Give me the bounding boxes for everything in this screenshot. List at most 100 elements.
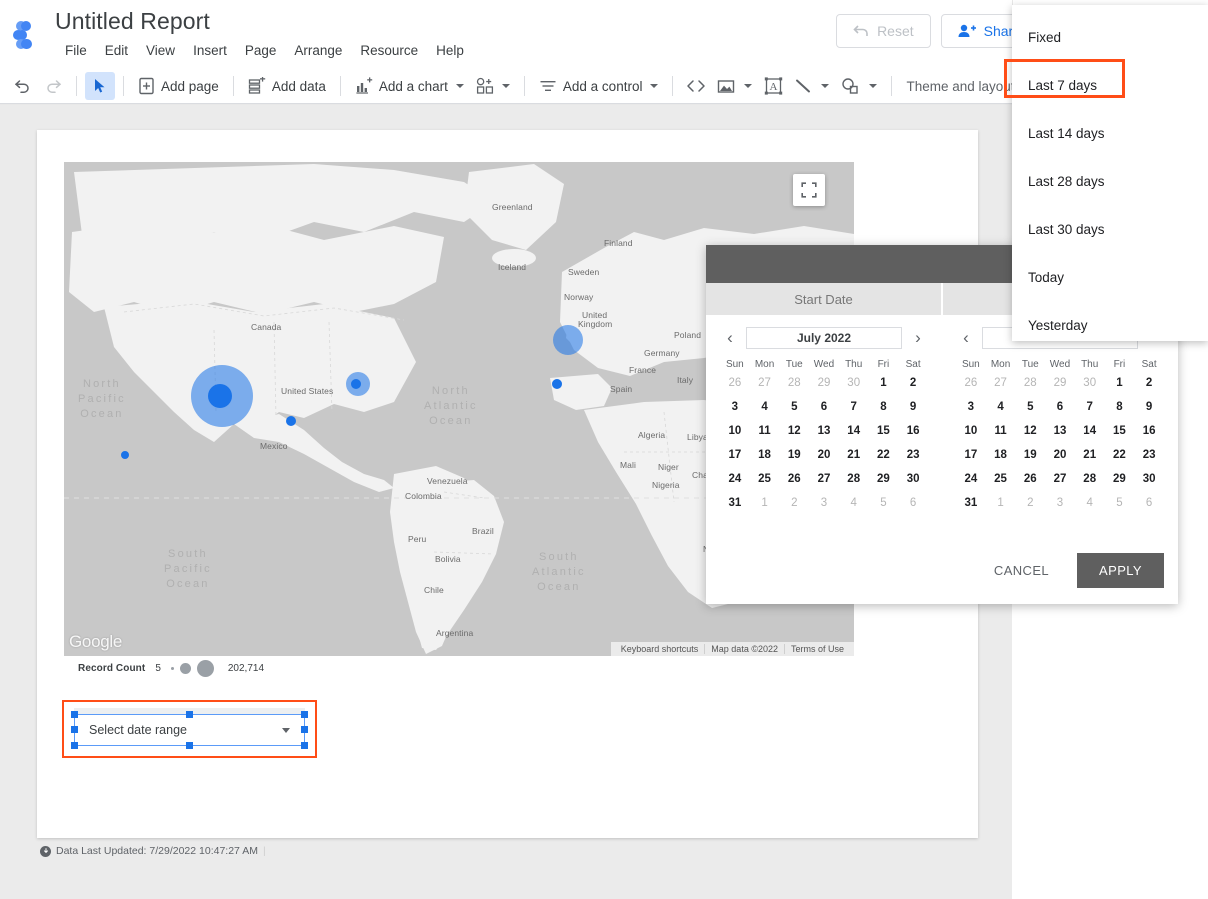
embed-code-button[interactable] <box>681 72 711 100</box>
calendar-day-cell[interactable]: 31 <box>720 493 750 513</box>
calendar-day-cell[interactable]: 2 <box>779 493 809 513</box>
calendar-day-cell[interactable]: 2 <box>898 373 928 393</box>
calendar-day-cell[interactable]: 1 <box>750 493 780 513</box>
menu-help[interactable]: Help <box>427 41 473 60</box>
resize-handle-nw[interactable] <box>71 711 78 718</box>
calendar-day-cell[interactable]: 31 <box>956 493 986 513</box>
terms-of-use-link[interactable]: Terms of Use <box>783 644 850 654</box>
undo-button[interactable] <box>8 72 38 100</box>
tab-start-date[interactable]: Start Date <box>706 283 943 315</box>
calendar-day-cell[interactable]: 26 <box>720 373 750 393</box>
map-bubble[interactable] <box>553 325 583 355</box>
cancel-button[interactable]: CANCEL <box>978 555 1065 586</box>
calendar-day-cell[interactable]: 29 <box>869 469 899 489</box>
calendar-day-cell[interactable]: 28 <box>1075 469 1105 489</box>
resize-handle-e[interactable] <box>301 726 308 733</box>
refresh-icon[interactable] <box>40 845 51 857</box>
calendar-day-cell[interactable]: 29 <box>1105 469 1135 489</box>
menu-edit[interactable]: Edit <box>96 41 137 60</box>
calendar-day-cell[interactable]: 27 <box>1045 469 1075 489</box>
calendar-day-cell[interactable]: 6 <box>1045 397 1075 417</box>
calendar-day-cell[interactable]: 9 <box>1134 397 1164 417</box>
menu-view[interactable]: View <box>137 41 184 60</box>
insert-line-button[interactable] <box>788 72 835 100</box>
resize-handle-ne[interactable] <box>301 711 308 718</box>
calendar-day-cell[interactable]: 6 <box>898 493 928 513</box>
add-control-button[interactable]: Add a control <box>533 72 665 100</box>
map-bubble[interactable] <box>351 379 361 389</box>
dropdown-item[interactable]: Last 7 days <box>1012 61 1208 109</box>
calendar-day-cell[interactable]: 28 <box>779 373 809 393</box>
add-page-button[interactable]: Add page <box>132 72 225 100</box>
page-title[interactable]: Untitled Report <box>55 8 210 35</box>
resize-handle-w[interactable] <box>71 726 78 733</box>
map-bubble[interactable] <box>552 379 562 389</box>
calendar-day-cell[interactable]: 7 <box>839 397 869 417</box>
calendar-day-cell[interactable]: 26 <box>956 373 986 393</box>
menu-insert[interactable]: Insert <box>184 41 236 60</box>
calendar-day-cell[interactable]: 6 <box>1134 493 1164 513</box>
dropdown-item[interactable]: Last 28 days <box>1012 157 1208 205</box>
calendar-day-cell[interactable]: 7 <box>1075 397 1105 417</box>
calendar-day-cell[interactable]: 23 <box>898 445 928 465</box>
map-bubble[interactable] <box>121 451 129 459</box>
insert-shape-button[interactable] <box>835 72 883 100</box>
chevron-left-icon[interactable]: ‹ <box>956 329 976 347</box>
calendar-day-cell[interactable]: 27 <box>809 469 839 489</box>
calendar-day-cell[interactable]: 18 <box>986 445 1016 465</box>
insert-image-button[interactable] <box>711 72 758 100</box>
calendar-day-cell[interactable]: 22 <box>869 445 899 465</box>
menu-page[interactable]: Page <box>236 41 286 60</box>
calendar-day-cell[interactable]: 1 <box>986 493 1016 513</box>
calendar-day-cell[interactable]: 4 <box>839 493 869 513</box>
calendar-day-cell[interactable]: 8 <box>1105 397 1135 417</box>
calendar-day-cell[interactable]: 4 <box>986 397 1016 417</box>
dropdown-item[interactable]: Last 14 days <box>1012 109 1208 157</box>
chevron-down-icon[interactable] <box>282 728 290 733</box>
calendar-day-cell[interactable]: 15 <box>1105 421 1135 441</box>
dropdown-item[interactable]: Fixed <box>1012 13 1208 61</box>
calendar-day-cell[interactable]: 1 <box>1105 373 1135 393</box>
reset-button[interactable]: Reset <box>836 14 931 48</box>
calendar-day-cell[interactable]: 27 <box>986 373 1016 393</box>
add-data-button[interactable]: Add data <box>242 72 332 100</box>
calendar-day-cell[interactable]: 20 <box>1045 445 1075 465</box>
calendar-day-cell[interactable]: 15 <box>869 421 899 441</box>
calendar-day-cell[interactable]: 6 <box>809 397 839 417</box>
calendar-day-cell[interactable]: 27 <box>750 373 780 393</box>
calendar-day-cell[interactable]: 30 <box>839 373 869 393</box>
chevron-left-icon[interactable]: ‹ <box>720 329 740 347</box>
calendar-day-cell[interactable]: 14 <box>839 421 869 441</box>
menu-resource[interactable]: Resource <box>351 41 427 60</box>
dropdown-item[interactable]: Today <box>1012 253 1208 301</box>
calendar-day-cell[interactable]: 30 <box>1075 373 1105 393</box>
calendar-day-cell[interactable]: 2 <box>1134 373 1164 393</box>
calendar-day-cell[interactable]: 16 <box>898 421 928 441</box>
calendar-day-cell[interactable]: 2 <box>1015 493 1045 513</box>
calendar-day-cell[interactable]: 19 <box>1015 445 1045 465</box>
calendar-day-cell[interactable]: 11 <box>986 421 1016 441</box>
calendar-day-cell[interactable]: 28 <box>1015 373 1045 393</box>
fullscreen-button[interactable] <box>793 174 825 206</box>
date-range-control-wrapper[interactable]: Select date range <box>62 700 317 758</box>
calendar-day-cell[interactable]: 23 <box>1134 445 1164 465</box>
calendar-day-cell[interactable]: 26 <box>1015 469 1045 489</box>
calendar-day-cell[interactable]: 12 <box>779 421 809 441</box>
dropdown-item[interactable]: Yesterday <box>1012 301 1208 349</box>
calendar-day-cell[interactable]: 13 <box>809 421 839 441</box>
calendar-day-cell[interactable]: 9 <box>898 397 928 417</box>
redo-button[interactable] <box>38 72 68 100</box>
calendar-day-cell[interactable]: 5 <box>779 397 809 417</box>
calendar-day-cell[interactable]: 3 <box>956 397 986 417</box>
calendar-day-cell[interactable]: 3 <box>809 493 839 513</box>
calendar-day-cell[interactable]: 25 <box>750 469 780 489</box>
calendar-day-cell[interactable]: 1 <box>869 373 899 393</box>
calendar-day-cell[interactable]: 17 <box>956 445 986 465</box>
calendar-day-cell[interactable]: 4 <box>1075 493 1105 513</box>
calendar-day-cell[interactable]: 25 <box>986 469 1016 489</box>
calendar-day-cell[interactable]: 12 <box>1015 421 1045 441</box>
calendar-day-cell[interactable]: 16 <box>1134 421 1164 441</box>
calendar-day-cell[interactable]: 26 <box>779 469 809 489</box>
date-range-type-dropdown[interactable]: Fixed Last 7 days Last 14 days Last 28 days… <box>1012 5 1208 341</box>
map-bubble[interactable] <box>208 384 232 408</box>
